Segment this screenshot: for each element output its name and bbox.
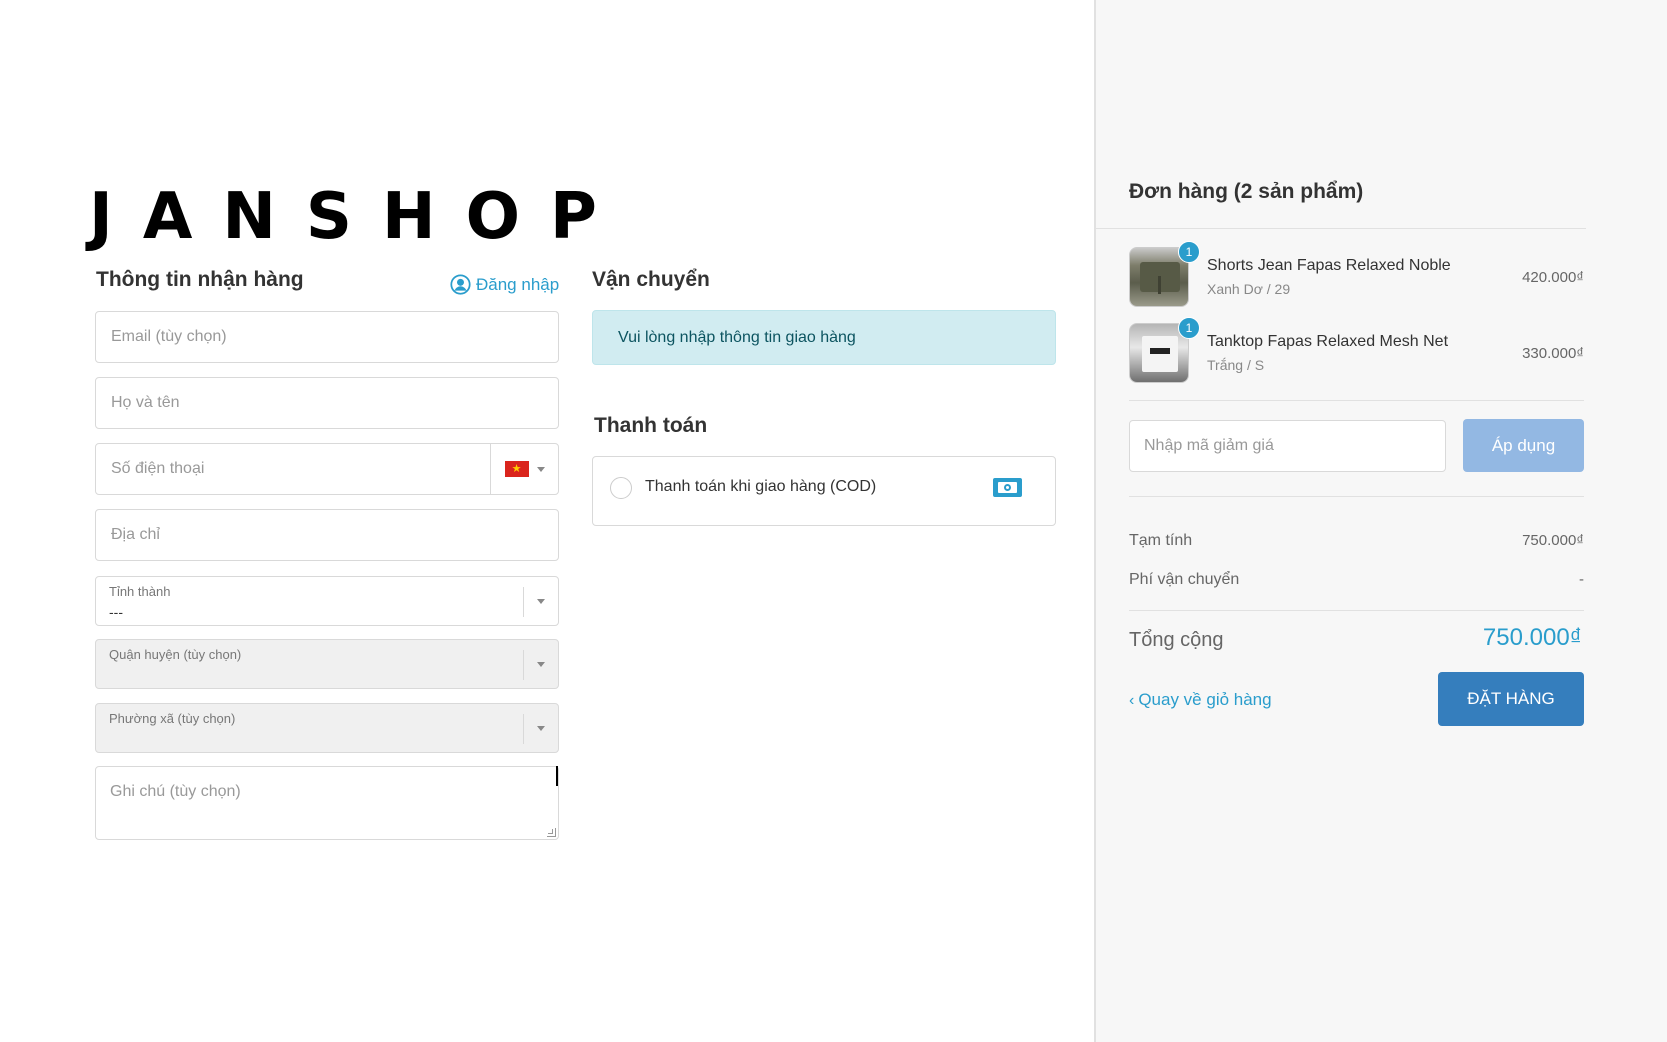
select-divider [523, 587, 524, 617]
brand-logo[interactable]: JANSHOP [89, 182, 627, 252]
subtotal-row: Tạm tính 750.000₫ [1129, 532, 1584, 550]
order-item: 1 Shorts Jean Fapas Relaxed Noble Xanh D… [1129, 241, 1584, 307]
shipping-fee-label: Phí vận chuyển [1129, 571, 1240, 588]
fullname-input[interactable] [96, 378, 558, 428]
login-link[interactable]: Đăng nhập [450, 274, 559, 295]
divider [1129, 400, 1584, 401]
discount-field[interactable] [1129, 420, 1446, 472]
resize-handle[interactable] [547, 828, 556, 837]
back-to-cart-label: Quay về giỏ hàng [1138, 690, 1272, 709]
product-name: Tanktop Fapas Relaxed Mesh Net [1207, 333, 1449, 350]
chevron-down-icon [537, 726, 545, 731]
chevron-left-icon: ‹ [1129, 691, 1135, 709]
shipping-fee-value: - [1579, 571, 1584, 588]
payment-radio[interactable] [610, 477, 632, 499]
payment-method-label: Thanh toán khi giao hàng (COD) [645, 478, 877, 495]
recipient-section-title: Thông tin nhận hàng [96, 268, 304, 291]
email-input[interactable] [96, 312, 558, 362]
note-textarea[interactable] [96, 767, 558, 839]
checkout-main: JANSHOP Thông tin nhận hàng Đăng nhập ★ … [0, 0, 1094, 1042]
divider [1129, 496, 1584, 497]
ward-select[interactable]: Phường xã (tùy chọn) [95, 703, 559, 753]
province-select[interactable]: Tỉnh thành --- [95, 576, 559, 626]
shipping-alert: Vui lòng nhập thông tin giao hàng [592, 310, 1056, 365]
product-name: Shorts Jean Fapas Relaxed Noble [1207, 257, 1451, 274]
total-label: Tổng cộng [1129, 629, 1224, 651]
subtotal-label: Tạm tính [1129, 532, 1193, 549]
total-value: 750.000₫ [1482, 624, 1582, 651]
chevron-down-icon [536, 466, 545, 472]
cash-icon [993, 478, 1022, 497]
district-label: Quận huyện (tùy chọn) [109, 647, 242, 662]
vietnam-flag-icon: ★ [504, 461, 529, 477]
payment-section-title: Thanh toán [594, 414, 708, 437]
place-order-button[interactable]: ĐẶT HÀNG [1438, 672, 1584, 726]
order-summary-sidebar: Đơn hàng (2 sản phẩm) 1 Shorts Jean Fapa… [1094, 0, 1667, 1042]
shipping-section-title: Vận chuyển [592, 268, 710, 291]
divider [1096, 228, 1586, 229]
chevron-down-icon [537, 599, 545, 604]
address-input[interactable] [96, 510, 558, 560]
district-select[interactable]: Quận huyện (tùy chọn) [95, 639, 559, 689]
quantity-badge: 1 [1178, 317, 1200, 339]
province-label: Tỉnh thành [109, 584, 171, 599]
product-price: 420.000₫ [1522, 269, 1584, 286]
email-field[interactable] [95, 311, 559, 363]
chevron-down-icon [537, 662, 545, 667]
product-price: 330.000₫ [1522, 345, 1584, 362]
product-variant: Trắng / S [1207, 357, 1265, 373]
phone-field[interactable]: ★ [95, 443, 559, 495]
select-divider [523, 650, 524, 680]
province-value: --- [109, 604, 123, 620]
discount-input[interactable] [1130, 421, 1445, 471]
address-field[interactable] [95, 509, 559, 561]
product-variant: Xanh Dơ / 29 [1207, 281, 1291, 297]
quantity-badge: 1 [1178, 241, 1200, 263]
ward-label: Phường xã (tùy chọn) [109, 711, 236, 726]
text-cursor [556, 766, 558, 786]
shipping-fee-row: Phí vận chuyển - [1129, 571, 1584, 589]
phone-input[interactable] [96, 444, 491, 494]
payment-method-cod[interactable]: Thanh toán khi giao hàng (COD) [592, 456, 1056, 526]
select-divider [523, 714, 524, 744]
login-label: Đăng nhập [476, 274, 560, 294]
back-to-cart-link[interactable]: ‹ Quay về giỏ hàng [1129, 690, 1272, 710]
divider [1129, 610, 1584, 611]
apply-discount-button[interactable]: Áp dụng [1463, 419, 1584, 472]
note-field[interactable] [95, 766, 559, 840]
subtotal-value: 750.000₫ [1522, 532, 1584, 549]
phone-country-select[interactable]: ★ [490, 444, 558, 494]
order-title: Đơn hàng (2 sản phẩm) [1129, 180, 1364, 203]
user-circle-icon [450, 274, 471, 295]
fullname-field[interactable] [95, 377, 559, 429]
order-item: 1 Tanktop Fapas Relaxed Mesh Net Trắng /… [1129, 317, 1584, 383]
